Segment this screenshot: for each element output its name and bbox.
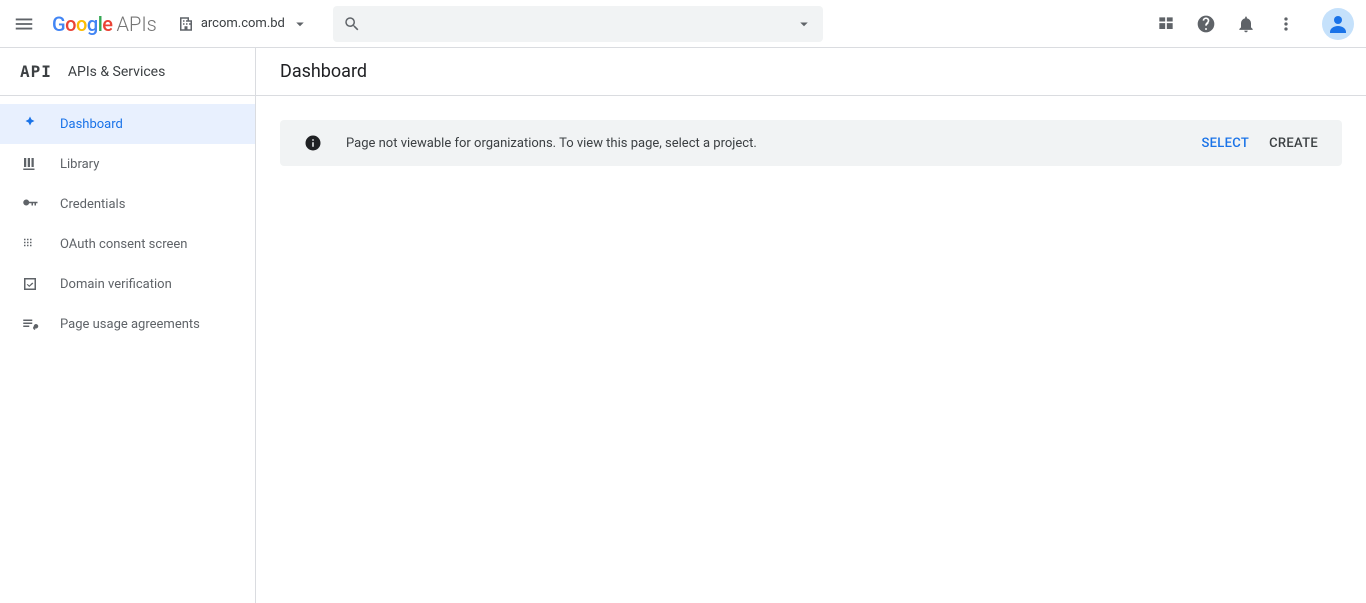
organization-icon bbox=[177, 15, 195, 33]
consent-icon bbox=[20, 234, 40, 254]
main-body: Page not viewable for organizations. To … bbox=[256, 96, 1366, 603]
sidebar-item-oauth[interactable]: OAuth consent screen bbox=[0, 224, 255, 264]
sidebar-item-label: Dashboard bbox=[60, 117, 123, 132]
api-badge: API bbox=[20, 62, 52, 81]
sidebar-item-credentials[interactable]: Credentials bbox=[0, 184, 255, 224]
sidebar-item-page-usage[interactable]: Page usage agreements bbox=[0, 304, 255, 344]
banner-actions: SELECT CREATE bbox=[1201, 136, 1318, 151]
main-header: Dashboard bbox=[256, 48, 1366, 96]
sidebar-header: API APIs & Services bbox=[0, 48, 255, 96]
main-panel: Dashboard Page not viewable for organiza… bbox=[256, 48, 1366, 603]
banner-message: Page not viewable for organizations. To … bbox=[346, 136, 757, 151]
search-input[interactable] bbox=[369, 16, 795, 32]
sidebar-item-label: Domain verification bbox=[60, 277, 172, 292]
sidebar: API APIs & Services Dashboard Library bbox=[0, 48, 256, 603]
person-icon bbox=[1326, 12, 1350, 36]
agreements-icon bbox=[20, 314, 40, 334]
search-icon bbox=[343, 15, 361, 33]
chevron-down-icon bbox=[291, 15, 309, 33]
sidebar-item-label: Library bbox=[60, 157, 99, 172]
top-right-actions bbox=[1154, 8, 1354, 40]
project-name: arcom.com.bd bbox=[201, 16, 285, 31]
sidebar-item-label: Credentials bbox=[60, 197, 125, 212]
sidebar-title: APIs & Services bbox=[68, 64, 165, 80]
google-apis-logo[interactable]: Google APIs bbox=[52, 12, 157, 36]
verified-icon bbox=[20, 274, 40, 294]
sidebar-item-domain-verification[interactable]: Domain verification bbox=[0, 264, 255, 304]
gift-icon[interactable] bbox=[1154, 12, 1178, 36]
sidebar-nav: Dashboard Library Credentials OAuth cons… bbox=[0, 96, 255, 352]
sidebar-item-label: Page usage agreements bbox=[60, 317, 200, 332]
account-avatar[interactable] bbox=[1322, 8, 1354, 40]
help-icon[interactable] bbox=[1194, 12, 1218, 36]
info-banner: Page not viewable for organizations. To … bbox=[280, 120, 1342, 166]
sidebar-item-dashboard[interactable]: Dashboard bbox=[0, 104, 255, 144]
search-dropdown-icon[interactable] bbox=[795, 15, 813, 33]
select-button[interactable]: SELECT bbox=[1201, 136, 1249, 151]
top-bar: Google APIs arcom.com.bd bbox=[0, 0, 1366, 48]
project-picker[interactable]: arcom.com.bd bbox=[177, 15, 309, 33]
sidebar-item-label: OAuth consent screen bbox=[60, 237, 187, 252]
google-logo-text: Google bbox=[52, 12, 113, 36]
search-box[interactable] bbox=[333, 6, 823, 42]
library-icon bbox=[20, 154, 40, 174]
key-icon bbox=[20, 194, 40, 214]
apis-text: APIs bbox=[117, 12, 157, 36]
page-title: Dashboard bbox=[280, 61, 367, 82]
dashboard-icon bbox=[20, 114, 40, 134]
more-vert-icon[interactable] bbox=[1274, 12, 1298, 36]
notifications-icon[interactable] bbox=[1234, 12, 1258, 36]
info-icon bbox=[304, 134, 322, 152]
content-area: API APIs & Services Dashboard Library bbox=[0, 48, 1366, 603]
create-button[interactable]: CREATE bbox=[1269, 136, 1318, 151]
sidebar-item-library[interactable]: Library bbox=[0, 144, 255, 184]
menu-icon[interactable] bbox=[12, 12, 36, 36]
